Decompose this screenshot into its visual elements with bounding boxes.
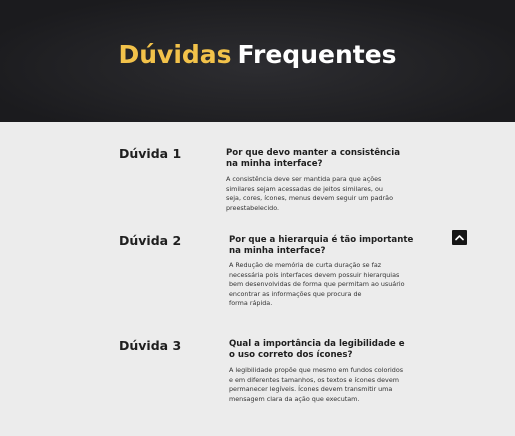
faq-question: Por que devo manter a consistência na mi… [226, 148, 406, 170]
faq-question-line: Qual a importância da legibilidade e [229, 339, 405, 349]
page-title: Dúvidas Frequentes [0, 40, 515, 69]
faq-label: Dúvida 1 [119, 146, 182, 161]
faq-answer-line: A Redução de memória de curta duração se… [229, 261, 382, 269]
faq-question-line: Por que devo manter a consistência [226, 148, 401, 158]
faq-answer-line: seja, cores, ícones, menus devem seguir … [226, 194, 393, 203]
faq-answer-line: forma rápida. [229, 299, 273, 308]
faq-answer: A consistência deve ser mantida para que… [226, 175, 401, 213]
faq-question-line: na minha interface? [226, 159, 323, 169]
faq-question-line: na minha interface? [229, 246, 326, 256]
faq-label: Dúvida 2 [119, 233, 182, 248]
faq-answer-line: permanecer legíveis. Ícones devem transm… [229, 385, 393, 394]
faq-answer-line: mensagem clara da ação que executam. [229, 394, 360, 403]
faq-answer-line: bem desenvolvidas de forma que permitam … [229, 280, 405, 289]
faq-answer-line: necessária pois interfaces devem possuir… [229, 270, 400, 279]
page-title-rest: Frequentes [237, 40, 397, 69]
faq-answer-line: A legibilidade propõe que mesmo em fundo… [229, 366, 404, 374]
faq-question: Qual a importância da legibilidade e o u… [229, 339, 409, 361]
faq-answer: A Redução de memória de curta duração se… [229, 261, 405, 309]
faq-answer-line: preestabelecido. [226, 203, 280, 212]
chevron-up-icon [455, 235, 464, 241]
faq-answer-line: similares sejam acessadas de jeitos simi… [226, 184, 383, 193]
faq-label: Dúvida 3 [119, 338, 182, 353]
faq-question: Por que a hierarquia é tão importante na… [229, 235, 414, 257]
page-title-highlight: Dúvidas [118, 40, 232, 69]
faq-answer-line: A consistência deve ser mantida para que… [226, 175, 382, 183]
faq-answer-line: encontrar as informações que procura de [229, 289, 362, 298]
faq-answer-line: e em diferentes tamanhos, os textos e íc… [229, 375, 399, 384]
hero-banner: Dúvidas Frequentes [0, 0, 515, 122]
faq-question-line: o uso correto dos ícones? [229, 350, 353, 360]
scroll-to-top-button[interactable] [452, 230, 467, 245]
faq-question-line: Por que a hierarquia é tão importante [229, 235, 414, 245]
faq-answer: A legibilidade propõe que mesmo em fundo… [229, 366, 404, 404]
